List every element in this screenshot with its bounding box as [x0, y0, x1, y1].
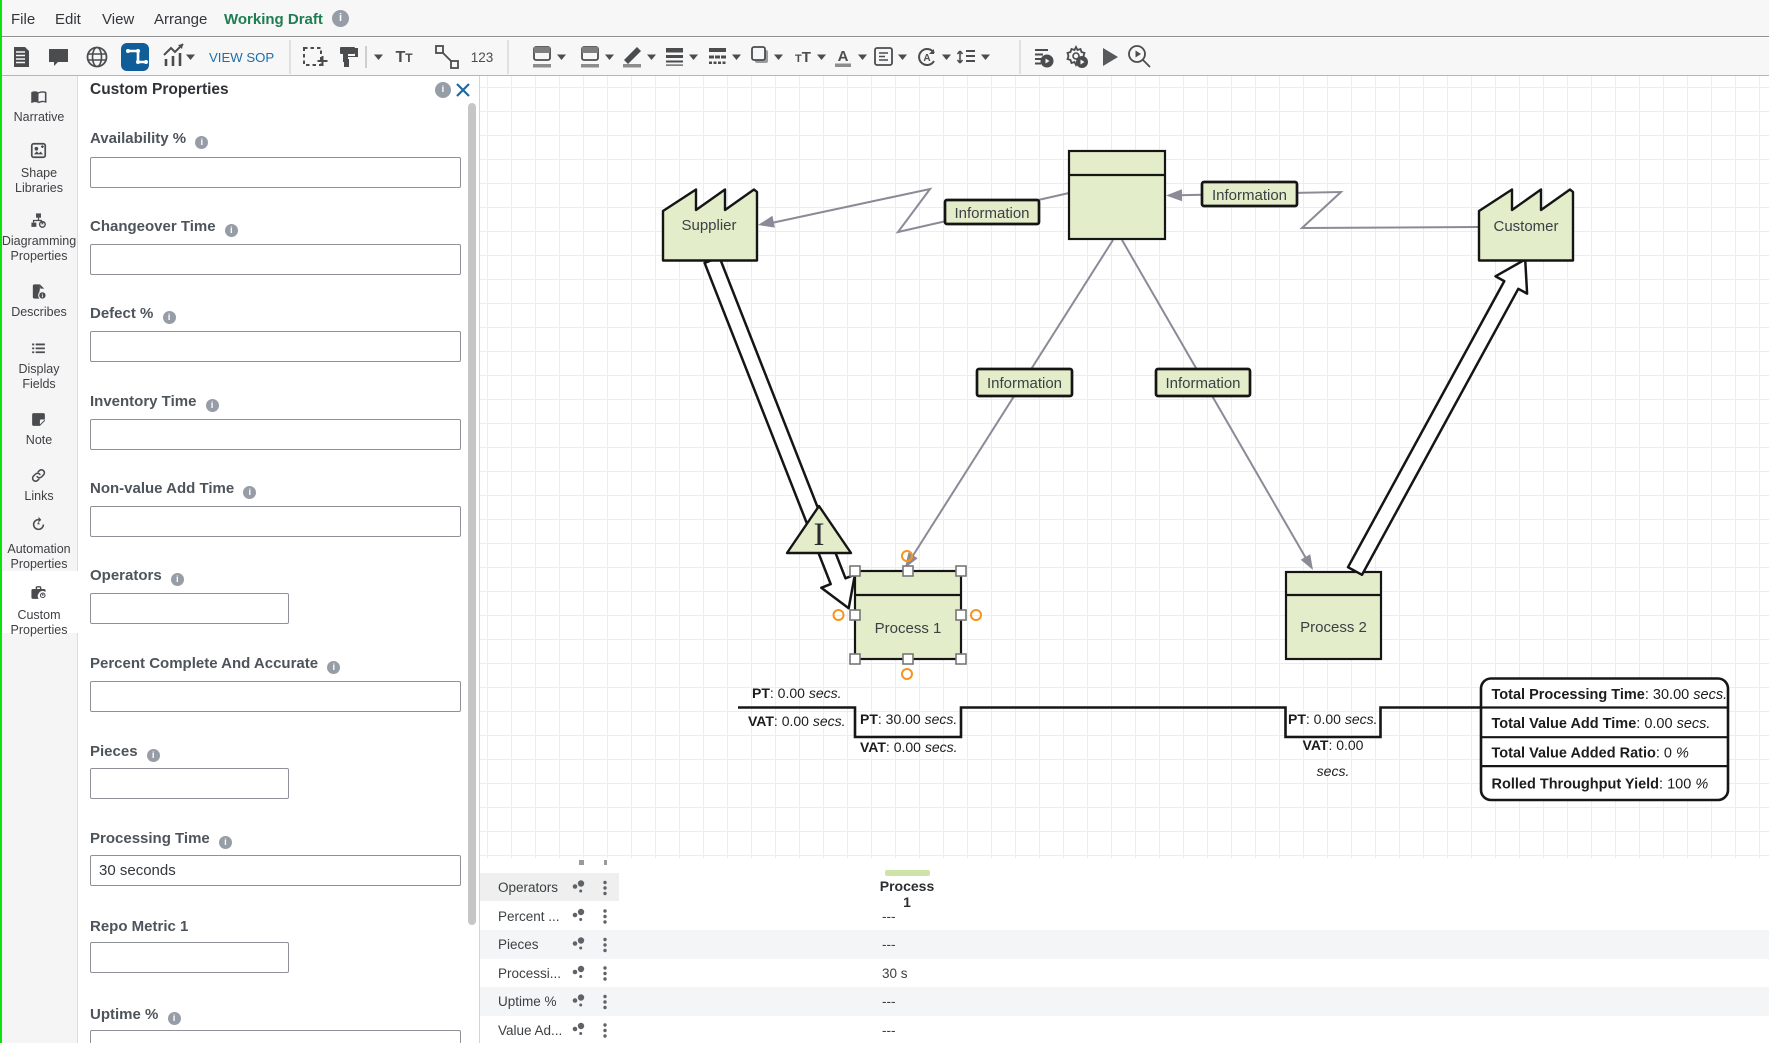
svg-text:Information: Information	[1212, 187, 1287, 204]
svg-text:A: A	[838, 48, 849, 65]
svg-text:PT: 30.00 secs.: PT: 30.00 secs.	[860, 711, 957, 727]
svg-text:VAT: 0.00 secs.: VAT: 0.00 secs.	[860, 739, 958, 755]
svg-text:TT: TT	[395, 49, 413, 66]
svg-text:Rolled Throughput Yield: 100 %: Rolled Throughput Yield: 100 %	[1492, 777, 1709, 793]
svg-text:Information: Information	[954, 205, 1029, 222]
svg-text:Process 1: Process 1	[875, 620, 942, 637]
svg-text:Supplier: Supplier	[681, 217, 736, 234]
svg-text:Total Processing Time: 30.00 s: Total Processing Time: 30.00 secs.	[1492, 687, 1728, 703]
svg-text:PT: 0.00 secs.: PT: 0.00 secs.	[1288, 711, 1378, 727]
svg-text:TT: TT	[795, 49, 811, 66]
svg-text:I: I	[814, 517, 825, 553]
svg-text:Process 2: Process 2	[1300, 619, 1367, 636]
svg-text:VAT: 0.00 secs.: VAT: 0.00 secs.	[748, 713, 846, 729]
svg-text:VIEW SOP: VIEW SOP	[209, 50, 274, 65]
svg-text:Customer: Customer	[1493, 218, 1558, 235]
svg-text:123: 123	[471, 50, 494, 65]
svg-text:Total Value Added Ratio: 0 %: Total Value Added Ratio: 0 %	[1492, 746, 1690, 762]
svg-text:PT: 0.00 secs.: PT: 0.00 secs.	[752, 685, 842, 701]
svg-text:A: A	[923, 53, 930, 64]
svg-text:Information: Information	[1165, 375, 1240, 392]
svg-text:secs.: secs.	[1317, 763, 1350, 779]
svg-text:Information: Information	[987, 375, 1062, 392]
svg-text:Total Value Add Time: 0.00 sec: Total Value Add Time: 0.00 secs.	[1492, 716, 1711, 732]
svg-text:VAT: 0.00: VAT: 0.00	[1303, 737, 1364, 753]
